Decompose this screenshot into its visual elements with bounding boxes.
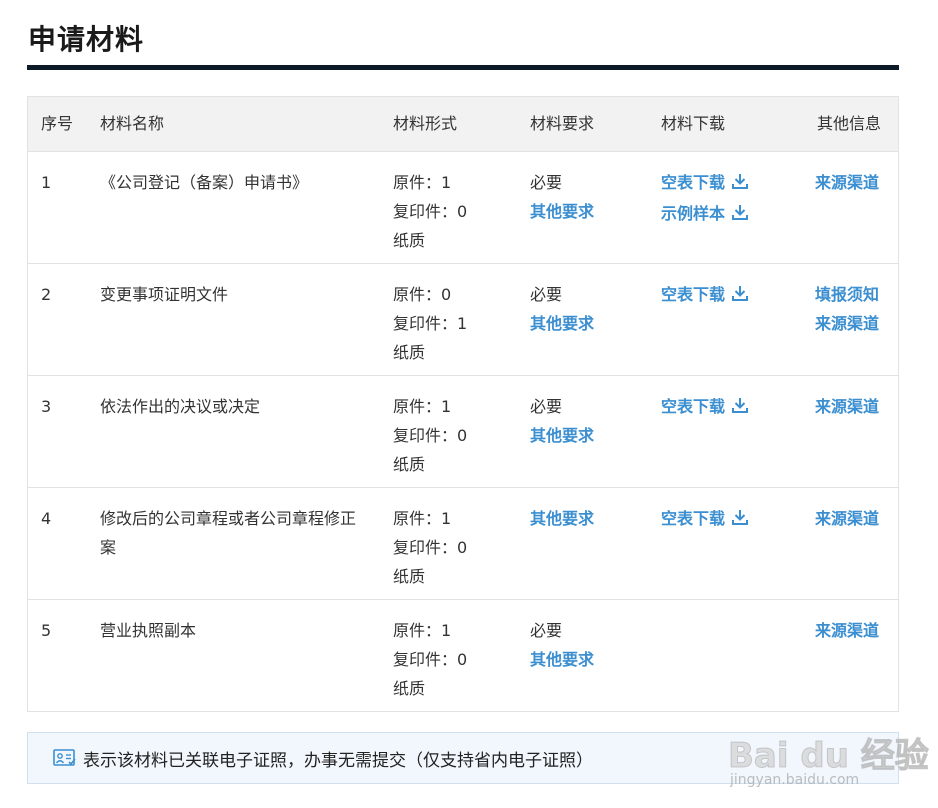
materials-table: 序号 材料名称 材料形式 材料要求 材料下载 其他信息 1 《公司登记（备案）申请… [27,96,899,712]
material-name: 变更事项证明文件 [100,285,229,304]
material-name: 依法作出的决议或决定 [100,397,261,416]
material-name: 《公司登记（备案）申请书》 [100,173,309,192]
e-license-icon [53,748,77,768]
source-channel-link[interactable]: 来源渠道 [815,168,898,197]
material-form: 原件：1 复印件：0 纸质 [380,376,517,487]
requirement-text: 必要 [530,621,563,640]
material-form: 原件：1 复印件：0 纸质 [380,488,517,599]
blank-form-download-link[interactable]: 空表下载 [661,392,806,423]
download-icon [731,170,749,199]
row-number: 2 [41,285,52,304]
material-form: 原件：0 复印件：1 纸质 [380,264,517,375]
form-line: 复印件：1 [393,314,468,333]
other-requirements-link[interactable]: 其他要求 [530,197,648,226]
form-line: 复印件：0 [393,426,468,445]
table-body: 1 《公司登记（备案）申请书》 原件：1 复印件：0 纸质 必要 其他要求 空表下载 示例样本来… [28,152,898,711]
material-download [648,600,806,711]
row-number: 3 [41,397,52,416]
form-line: 纸质 [393,231,426,250]
material-requirement: 必要 其他要求 [517,600,648,711]
material-requirement: 必要 其他要求 [517,376,648,487]
material-info: 填报须知 来源渠道 [806,264,898,375]
sample-download-link[interactable]: 示例样本 [661,199,806,230]
table-row: 4 修改后的公司章程或者公司章程修正案 原件：1 复印件：0 纸质 其他要求 空表下载 来源渠… [28,488,898,600]
material-requirement: 其他要求 [517,488,648,599]
legend-text: 表示该材料已关联电子证照，办事无需提交（仅支持省内电子证照） [83,750,593,771]
form-line: 纸质 [393,455,426,474]
source-channel-link[interactable]: 来源渠道 [815,616,898,645]
other-requirements-link[interactable]: 其他要求 [530,504,648,533]
form-line: 纸质 [393,567,426,586]
download-icon [731,506,749,535]
header-no: 序号 [41,114,74,133]
other-requirements-link[interactable]: 其他要求 [530,309,648,338]
form-line: 复印件：0 [393,538,468,557]
download-label: 示例样本 [661,204,726,223]
form-line: 原件：1 [393,621,452,640]
other-requirements-link[interactable]: 其他要求 [530,421,648,450]
material-name: 营业执照副本 [100,621,197,640]
header-download: 材料下载 [661,114,726,133]
material-info: 来源渠道 [806,488,898,599]
source-channel-link[interactable]: 来源渠道 [815,504,898,533]
form-line: 复印件：0 [393,650,468,669]
requirement-text: 必要 [530,173,563,192]
header-form: 材料形式 [393,114,458,133]
form-line: 原件：1 [393,173,452,192]
table-row: 5 营业执照副本 原件：1 复印件：0 纸质 必要其他要求 来源渠道 [28,600,898,711]
material-name: 修改后的公司章程或者公司章程修正案 [100,509,357,557]
row-number: 1 [41,173,52,192]
header-req: 材料要求 [530,114,595,133]
table-row: 3 依法作出的决议或决定 原件：1 复印件：0 纸质 必要其他要求 空表下载 来源渠道 [28,376,898,488]
title-divider [27,65,899,70]
form-line: 原件：1 [393,509,452,528]
material-download: 空表下载 [648,488,806,599]
table-row: 1 《公司登记（备案）申请书》 原件：1 复印件：0 纸质 必要 其他要求 空表下载 示例样本来… [28,152,898,264]
blank-form-download-link[interactable]: 空表下载 [661,280,806,311]
material-form: 原件：1 复印件：0 纸质 [380,152,517,263]
download-icon [731,394,749,423]
form-line: 原件：1 [393,397,452,416]
download-label: 空表下载 [661,397,726,416]
page-title: 申请材料 [28,23,145,56]
source-channel-link[interactable]: 来源渠道 [815,392,898,421]
filling-notes-link[interactable]: 填报须知 [815,280,898,309]
requirement-text: 必要 [530,285,563,304]
row-number: 4 [41,509,52,528]
download-label: 空表下载 [661,285,726,304]
other-requirements-link[interactable]: 其他要求 [530,645,648,674]
table-header: 序号 材料名称 材料形式 材料要求 材料下载 其他信息 [28,97,898,152]
material-info: 来源渠道 [806,152,898,263]
material-download: 空表下载 [648,376,806,487]
form-line: 纸质 [393,679,426,698]
source-channel-link[interactable]: 来源渠道 [815,309,898,338]
download-label: 空表下载 [661,173,726,192]
material-info: 来源渠道 [806,600,898,711]
form-line: 纸质 [393,343,426,362]
legend-box: 表示该材料已关联电子证照，办事无需提交（仅支持省内电子证照） [27,732,899,784]
material-info: 来源渠道 [806,376,898,487]
requirement-text: 必要 [530,397,563,416]
form-line: 原件：0 [393,285,452,304]
header-info: 其他信息 [817,114,882,133]
blank-form-download-link[interactable]: 空表下载 [661,504,806,535]
download-icon [731,282,749,311]
blank-form-download-link[interactable]: 空表下载 [661,168,806,199]
material-download: 空表下载 示例样本 [648,152,806,263]
material-download: 空表下载 [648,264,806,375]
material-form: 原件：1 复印件：0 纸质 [380,600,517,711]
material-requirement: 必要 其他要求 [517,264,648,375]
download-icon [731,201,749,230]
material-requirement: 必要 其他要求 [517,152,648,263]
form-line: 复印件：0 [393,202,468,221]
table-row: 2 变更事项证明文件 原件：0 复印件：1 纸质 必要其他要求 空表下载 填报须知 来源渠道 [28,264,898,376]
row-number: 5 [41,621,52,640]
header-name: 材料名称 [100,114,165,133]
download-label: 空表下载 [661,509,726,528]
